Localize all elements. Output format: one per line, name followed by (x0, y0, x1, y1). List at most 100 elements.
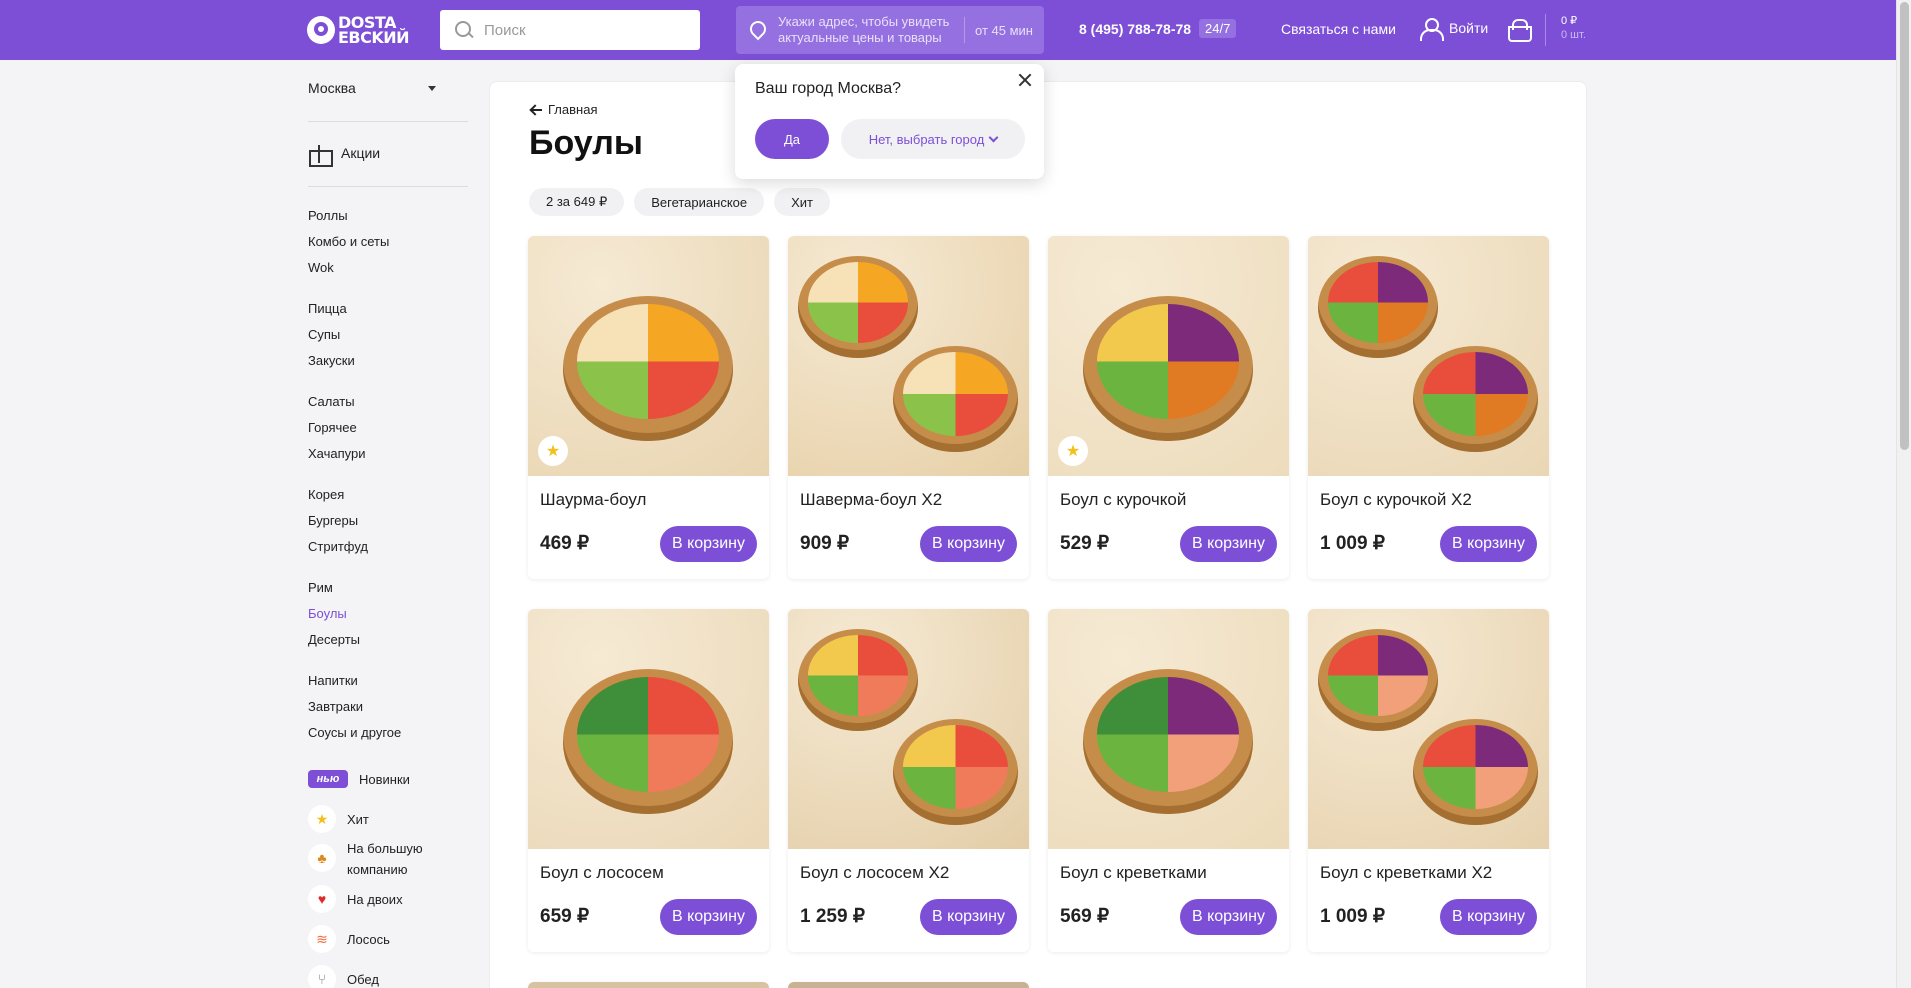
delivery-time: от 45 мин (975, 22, 1033, 38)
add-to-cart-button[interactable]: В корзину (659, 899, 757, 935)
product-name[interactable]: Боул с креветками X2 (1320, 863, 1492, 883)
sidebar-item-korea[interactable]: Корея (308, 487, 344, 502)
bowl-toppings (1096, 677, 1240, 792)
cart-sum: 0 ₽ (1561, 15, 1578, 27)
scrollbar-thumb[interactable] (1900, 2, 1909, 450)
breadcrumb-home: Главная (548, 102, 598, 117)
login-button[interactable]: Войти (1419, 17, 1488, 41)
product-image (528, 982, 769, 988)
sidebar-item-salads[interactable]: Салаты (308, 394, 355, 409)
top-header: DOSTA EBCKИЙ Укажи адрес, чтобы увидеть … (0, 0, 1896, 60)
choose-city-button[interactable]: Нет, выбрать город (841, 119, 1025, 159)
product-image (1308, 236, 1549, 476)
sidebar-tag-for-two[interactable]: ♥ На двоих (308, 885, 403, 913)
logo[interactable]: DOSTA EBCKИЙ (307, 14, 410, 47)
hit-star-icon: ★ (1058, 436, 1088, 466)
page-scrollbar[interactable] (1896, 0, 1911, 988)
bowl-toppings (1327, 261, 1429, 343)
sidebar-item-drinks[interactable]: Напитки (308, 673, 358, 688)
hours-badge: 24/7 (1199, 19, 1237, 38)
contact-link[interactable]: Связаться с нами (1281, 21, 1396, 37)
product-card[interactable]: Боул с креветками 569 ₽ В корзину (1048, 609, 1289, 952)
sidebar-item-rome[interactable]: Рим (308, 580, 333, 595)
confirm-city-button[interactable]: Да (755, 119, 829, 159)
bowl-illustration (893, 346, 1018, 453)
sidebar-item-desserts[interactable]: Десерты (308, 632, 360, 647)
product-price: 529 ₽ (1060, 533, 1110, 554)
sidebar-tag-hit[interactable]: ★ Хит (308, 805, 369, 833)
sidebar-item-snacks[interactable]: Закуски (308, 353, 355, 368)
product-card[interactable]: Боул с курочкой X2 1 009 ₽ В корзину (1308, 236, 1549, 579)
add-to-cart-button[interactable]: В корзину (659, 526, 757, 562)
bowl-illustration (563, 296, 733, 441)
bowl-illustration (1413, 719, 1538, 826)
product-image (1308, 609, 1549, 849)
breadcrumb[interactable]: Главная (530, 102, 597, 117)
product-card[interactable]: Боул с лососем X2 1 259 ₽ В корзину (788, 609, 1029, 952)
bowl-toppings (1423, 725, 1528, 810)
phone-link[interactable]: 8 (495) 788-78-78 (1079, 21, 1191, 37)
sidebar-item-burgers[interactable]: Бургеры (308, 513, 358, 528)
product-name[interactable]: Боул с курочкой (1060, 490, 1186, 510)
city-select[interactable]: Москва (308, 80, 436, 96)
sidebar-item-sauces[interactable]: Соусы и другое (308, 725, 401, 740)
product-name[interactable]: Шаверма-боул X2 (800, 490, 942, 510)
filter-chip-2-for-649[interactable]: 2 за 649 ₽ (529, 188, 625, 216)
add-to-cart-button[interactable]: В корзину (919, 899, 1017, 935)
sidebar-tag-salmon[interactable]: ≋ Лосось (308, 925, 390, 953)
sidebar-item-khachapuri[interactable]: Хачапури (308, 446, 366, 461)
sidebar-tag-lunch[interactable]: ⑂ Обед (308, 965, 379, 988)
sidebar-item-rolls[interactable]: Роллы (308, 208, 348, 223)
add-to-cart-button[interactable]: В корзину (1179, 526, 1277, 562)
product-card[interactable]: Шаверма-боул X2 909 ₽ В корзину (788, 236, 1029, 579)
sidebar-item-pizza[interactable]: Пицца (308, 301, 347, 316)
filter-chip-hit[interactable]: Хит (774, 188, 830, 216)
sidebar-tag-company[interactable]: ♣ На большую компанию (308, 838, 448, 880)
sidebar-item-soups[interactable]: Супы (308, 327, 340, 342)
sidebar-item-streetfood[interactable]: Стритфуд (308, 539, 368, 554)
search-input[interactable] (484, 21, 684, 39)
sidebar-tag-new[interactable]: нью Новинки (308, 769, 410, 790)
filter-chip-vegetarian[interactable]: Вегетарианское (634, 188, 765, 216)
product-name[interactable]: Боул с лососем X2 (800, 863, 949, 883)
product-price: 1 259 ₽ (800, 906, 865, 927)
product-name[interactable]: Боул с лососем (540, 863, 664, 883)
tag-label: Хит (347, 812, 369, 827)
product-price: 1 009 ₽ (1320, 906, 1385, 927)
product-name[interactable]: Шаурма-боул (540, 490, 646, 510)
bowl-toppings (576, 304, 720, 419)
cart-divider (1545, 14, 1546, 46)
product-image (788, 609, 1029, 849)
search-box[interactable] (440, 10, 700, 50)
bowl-toppings (903, 725, 1008, 810)
cart-summary[interactable]: 0 ₽ 0 шт. (1561, 14, 1586, 42)
tag-label: На двоих (347, 892, 403, 907)
add-to-cart-button[interactable]: В корзину (919, 526, 1017, 562)
bowl-illustration (1083, 296, 1253, 441)
sidebar-item-combo[interactable]: Комбо и сеты (308, 234, 389, 249)
add-to-cart-button[interactable]: В корзину (1439, 899, 1537, 935)
sidebar-item-hot[interactable]: Горячее (308, 420, 357, 435)
product-price: 909 ₽ (800, 533, 850, 554)
address-selector[interactable]: Укажи адрес, чтобы увидеть актуальные це… (736, 6, 1044, 54)
add-to-cart-button[interactable]: В корзину (1439, 526, 1537, 562)
product-name[interactable]: Боул с креветками (1060, 863, 1207, 883)
close-icon[interactable] (1017, 72, 1033, 88)
basket-icon[interactable] (1507, 19, 1532, 42)
product-card[interactable]: Боул с лососем 659 ₽ В корзину (528, 609, 769, 952)
bowl-illustration (893, 719, 1018, 826)
bowl-illustration (1318, 629, 1438, 731)
tag-label: Лосось (347, 932, 390, 947)
product-name[interactable]: Боул с курочкой X2 (1320, 490, 1472, 510)
product-card[interactable]: Боул с креветками X2 1 009 ₽ В корзину (1308, 609, 1549, 952)
logo-line-2: EBCKИЙ (338, 28, 410, 47)
product-card[interactable]: ★ Боул с курочкой 529 ₽ В корзину (1048, 236, 1289, 579)
sidebar-item-breakfast[interactable]: Завтраки (308, 699, 363, 714)
sidebar-item-promo[interactable]: Акции (308, 142, 380, 167)
product-card[interactable]: ★ Шаурма-боул 469 ₽ В корзину (528, 236, 769, 579)
sidebar-item-wok[interactable]: Wok (308, 260, 334, 275)
star-icon: ★ (308, 805, 336, 833)
bowl-toppings (807, 261, 909, 343)
sidebar-item-bowls[interactable]: Боулы (308, 606, 347, 621)
add-to-cart-button[interactable]: В корзину (1179, 899, 1277, 935)
